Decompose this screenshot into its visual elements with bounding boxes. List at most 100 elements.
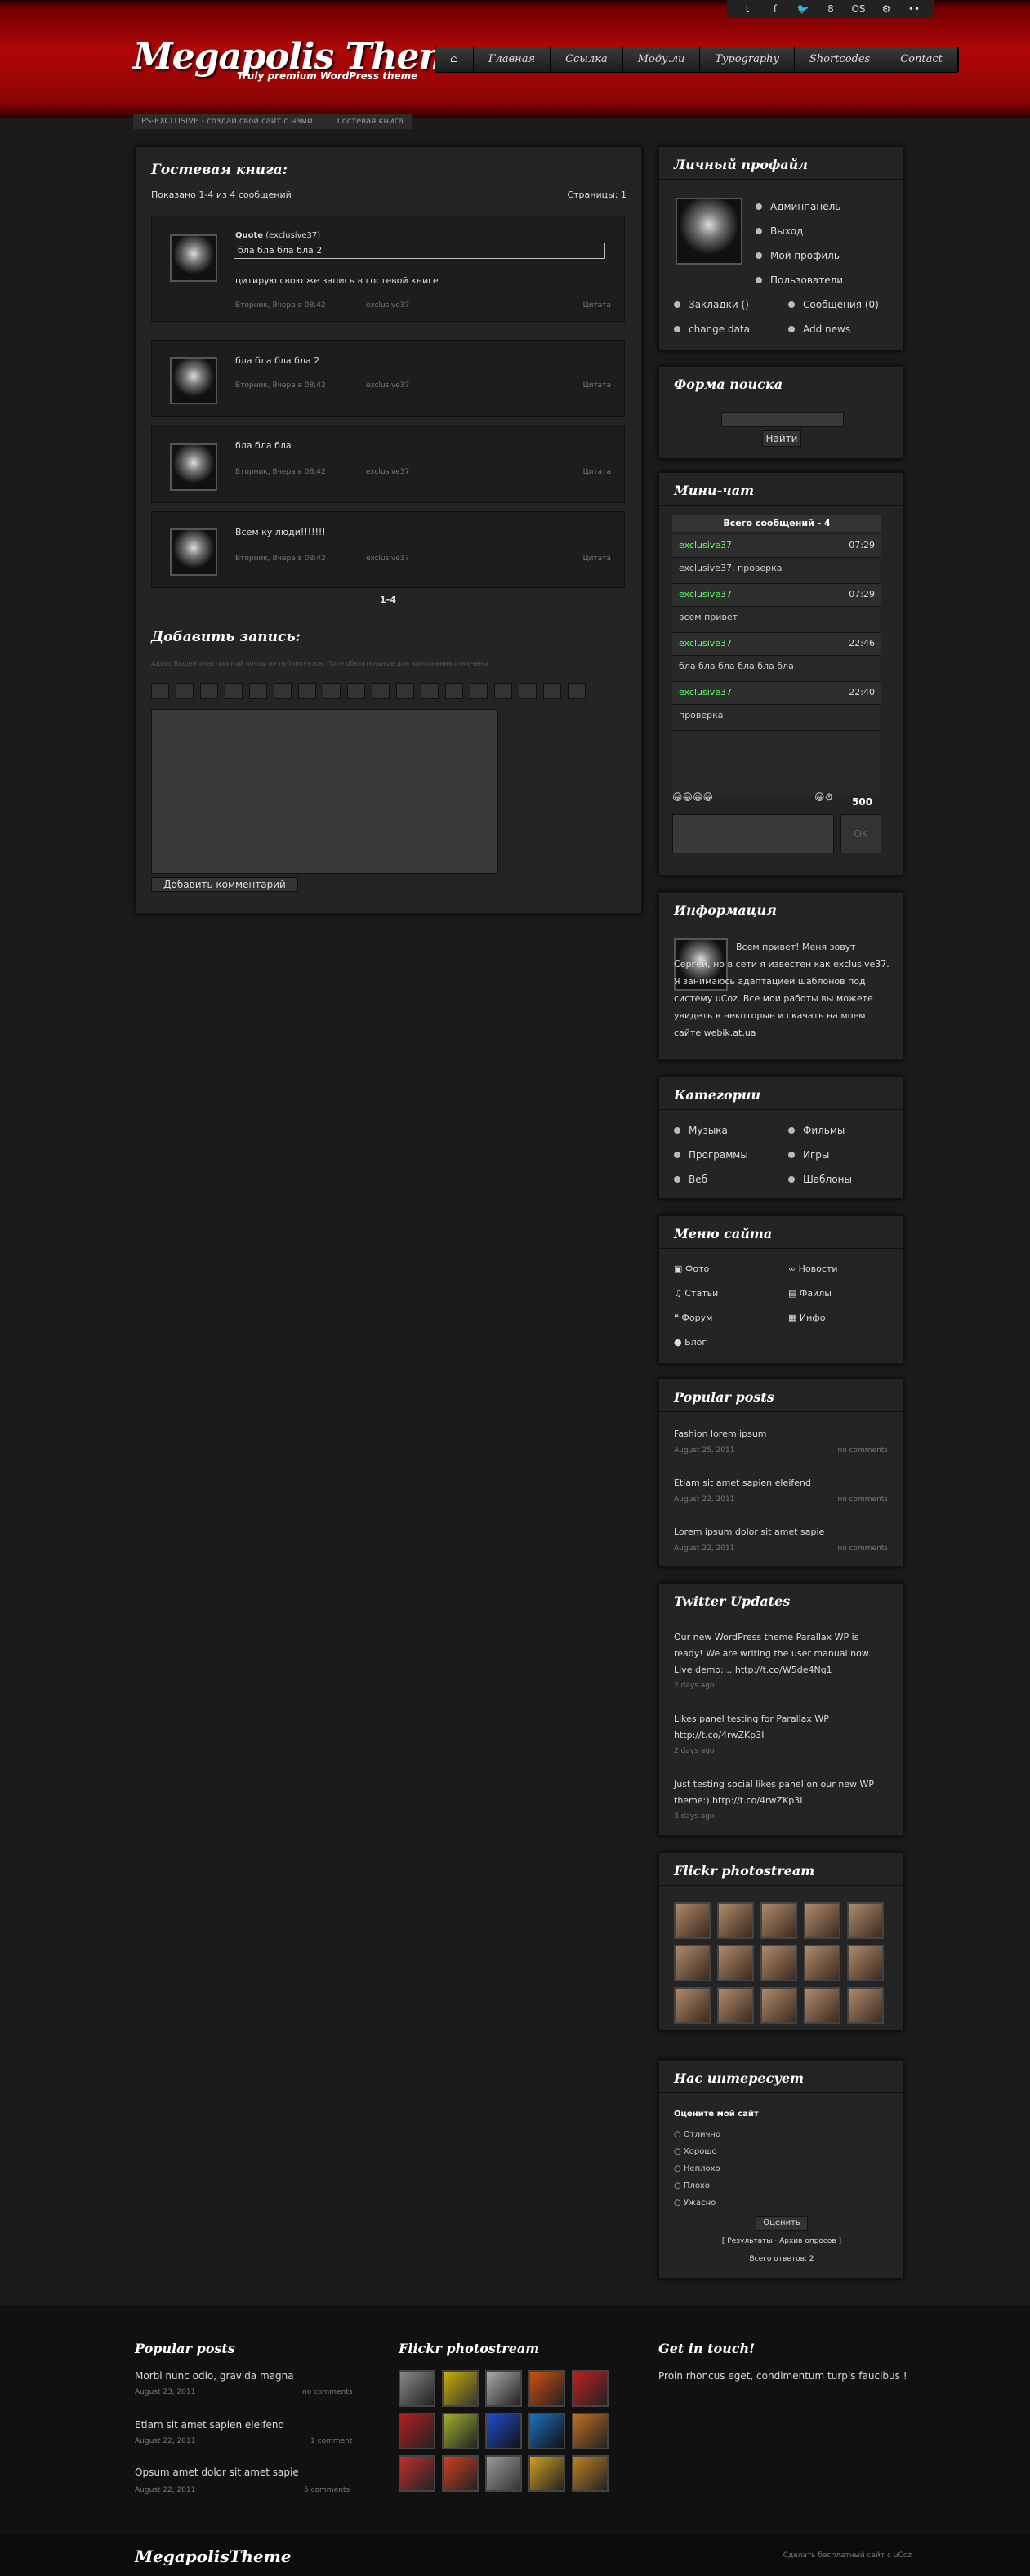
font-button[interactable] <box>323 683 341 699</box>
entry-user[interactable]: exclusive37 <box>366 468 409 476</box>
php-button[interactable] <box>519 683 537 699</box>
profile-link[interactable]: Add news <box>788 323 850 335</box>
flickr-thumb[interactable] <box>674 1987 711 2024</box>
profile-link[interactable]: Закладки () <box>674 299 749 310</box>
dribbble-icon[interactable]: ⚙ <box>874 2 898 16</box>
nav-item[interactable]: Главная <box>474 47 551 72</box>
flickr-icon[interactable]: •• <box>902 2 926 16</box>
entry-user[interactable]: exclusive37 <box>366 381 409 390</box>
italic-button[interactable] <box>176 683 194 699</box>
menu-item-files[interactable]: ▤ Файлы <box>788 1288 832 1299</box>
post-title[interactable]: Etiam sit amet sapien eleifend <box>674 1477 811 1488</box>
nav-item[interactable]: Contact <box>885 47 958 72</box>
poll-option[interactable]: ○ Ужасно <box>674 2195 720 2212</box>
chat-user[interactable]: exclusive37 07:29 <box>672 584 881 607</box>
nav-item[interactable]: Shortcodes <box>795 47 886 72</box>
post-comments[interactable]: no comments <box>837 1446 888 1455</box>
flickr-thumb[interactable] <box>804 1987 840 2024</box>
chat-ok-button[interactable]: OK <box>840 814 881 853</box>
pager[interactable]: 1-4 <box>380 595 396 605</box>
flickr-thumb[interactable] <box>847 1987 884 2024</box>
flickr-thumb[interactable] <box>674 1945 711 1981</box>
entry-user[interactable]: exclusive37 <box>366 301 409 310</box>
profile-link[interactable]: Пользователи <box>756 274 843 286</box>
image-button[interactable] <box>249 683 267 699</box>
nav-item[interactable]: Моду.ли <box>623 47 701 72</box>
vote-button[interactable]: Оценить <box>756 2216 808 2231</box>
category-link[interactable]: Игры <box>788 1149 829 1161</box>
quote-button[interactable]: Цитата <box>583 468 611 476</box>
align-right-button[interactable] <box>421 683 439 699</box>
menu-item-forum[interactable]: ❝ Форум <box>674 1313 712 1323</box>
flickr-thumb[interactable] <box>760 1945 797 1981</box>
flickr-thumb[interactable] <box>572 2370 609 2407</box>
flickr-thumb[interactable] <box>572 2455 609 2492</box>
quote-tool-button[interactable] <box>494 683 512 699</box>
video-button[interactable] <box>543 683 561 699</box>
footer-ucoz-link[interactable]: Сделать бесплатный сайт с uCoz <box>783 2551 912 2560</box>
menu-item-news[interactable]: ∞ Новости <box>788 1263 838 1274</box>
align-center-button[interactable] <box>396 683 414 699</box>
search-button[interactable]: Найти <box>762 430 801 447</box>
profile-link[interactable]: Админпанель <box>756 201 840 212</box>
smiley-icon[interactable]: 😀⚙ <box>814 791 833 803</box>
os-icon[interactable]: OS <box>846 2 871 16</box>
poll-option[interactable]: ○ Хорошо <box>674 2143 720 2160</box>
footer-post-title[interactable]: Morbi nunc odio, gravida magna <box>135 2370 294 2382</box>
submit-comment-button[interactable]: - Добавить комментарий - <box>151 877 298 892</box>
poll-option[interactable]: ○ Плохо <box>674 2177 720 2195</box>
flickr-thumb[interactable] <box>760 1902 797 1939</box>
lastfm-icon[interactable]: 8 <box>818 2 843 16</box>
entry-user[interactable]: exclusive37 <box>366 555 409 563</box>
chat-user[interactable]: exclusive37 22:46 <box>672 633 881 656</box>
post-comments[interactable]: no comments <box>837 1495 888 1504</box>
flickr-thumb[interactable] <box>847 1945 884 1981</box>
size-button[interactable] <box>347 683 365 699</box>
flickr-thumb[interactable] <box>442 2370 479 2407</box>
flickr-thumb[interactable] <box>485 2455 522 2492</box>
chat-user[interactable]: exclusive37 07:29 <box>672 535 881 558</box>
category-link[interactable]: Шаблоны <box>788 1174 852 1185</box>
poll-links[interactable]: [ Результаты · Архив опросов ] <box>659 2237 904 2245</box>
facebook-icon[interactable]: f <box>763 2 787 16</box>
chat-user[interactable]: exclusive37 22:40 <box>672 682 881 705</box>
underline-button[interactable] <box>200 683 218 699</box>
strike-button[interactable] <box>225 683 243 699</box>
bold-button[interactable] <box>151 683 169 699</box>
chat-user-name[interactable]: exclusive37 <box>679 638 732 648</box>
flickr-thumb[interactable] <box>399 2370 435 2407</box>
flickr-thumb[interactable] <box>804 1945 840 1981</box>
post-title[interactable]: Lorem ipsum dolor sit amet sapie <box>674 1526 824 1537</box>
chat-user-name[interactable]: exclusive37 <box>679 540 732 550</box>
tumblr-icon[interactable]: t <box>735 2 760 16</box>
quote-button[interactable]: Цитата <box>583 381 611 390</box>
footer-logo[interactable]: MegapolisTheme <box>135 2547 292 2566</box>
message-textarea[interactable] <box>151 709 498 874</box>
breadcrumb-home[interactable]: PS-EXCLUSIVE - создай свой сайт с нами <box>141 117 313 127</box>
smile-button[interactable] <box>568 683 586 699</box>
footer-post-title[interactable]: Opsum amet dolor sit amet sapie <box>135 2467 299 2478</box>
profile-link[interactable]: Сообщения (0) <box>788 299 879 310</box>
flickr-thumb[interactable] <box>528 2455 565 2492</box>
flickr-thumb[interactable] <box>717 1902 754 1939</box>
code-button[interactable] <box>470 683 488 699</box>
link-button[interactable] <box>274 683 292 699</box>
list-button[interactable] <box>445 683 463 699</box>
footer-post-comments[interactable]: 1 comment <box>310 2437 352 2445</box>
flickr-thumb[interactable] <box>485 2413 522 2449</box>
flickr-thumb[interactable] <box>528 2370 565 2407</box>
quote-button[interactable]: Цитата <box>583 555 611 563</box>
footer-post-comments[interactable]: no comments <box>302 2388 353 2396</box>
menu-item-articles[interactable]: ♫ Статьи <box>674 1288 718 1299</box>
twitter-icon[interactable]: 🐦 <box>791 2 815 16</box>
menu-item-blog[interactable]: ● Блог <box>674 1337 707 1348</box>
profile-link[interactable]: change data <box>674 323 750 335</box>
poll-option[interactable]: ○ Неплохо <box>674 2160 720 2177</box>
chat-user-name[interactable]: exclusive37 <box>679 687 732 697</box>
flickr-thumb[interactable] <box>485 2370 522 2407</box>
flickr-thumb[interactable] <box>442 2413 479 2449</box>
flickr-thumb[interactable] <box>528 2413 565 2449</box>
search-input[interactable] <box>721 412 844 427</box>
home-icon[interactable]: ⌂ <box>435 47 474 72</box>
profile-link[interactable]: Выход <box>756 225 803 237</box>
